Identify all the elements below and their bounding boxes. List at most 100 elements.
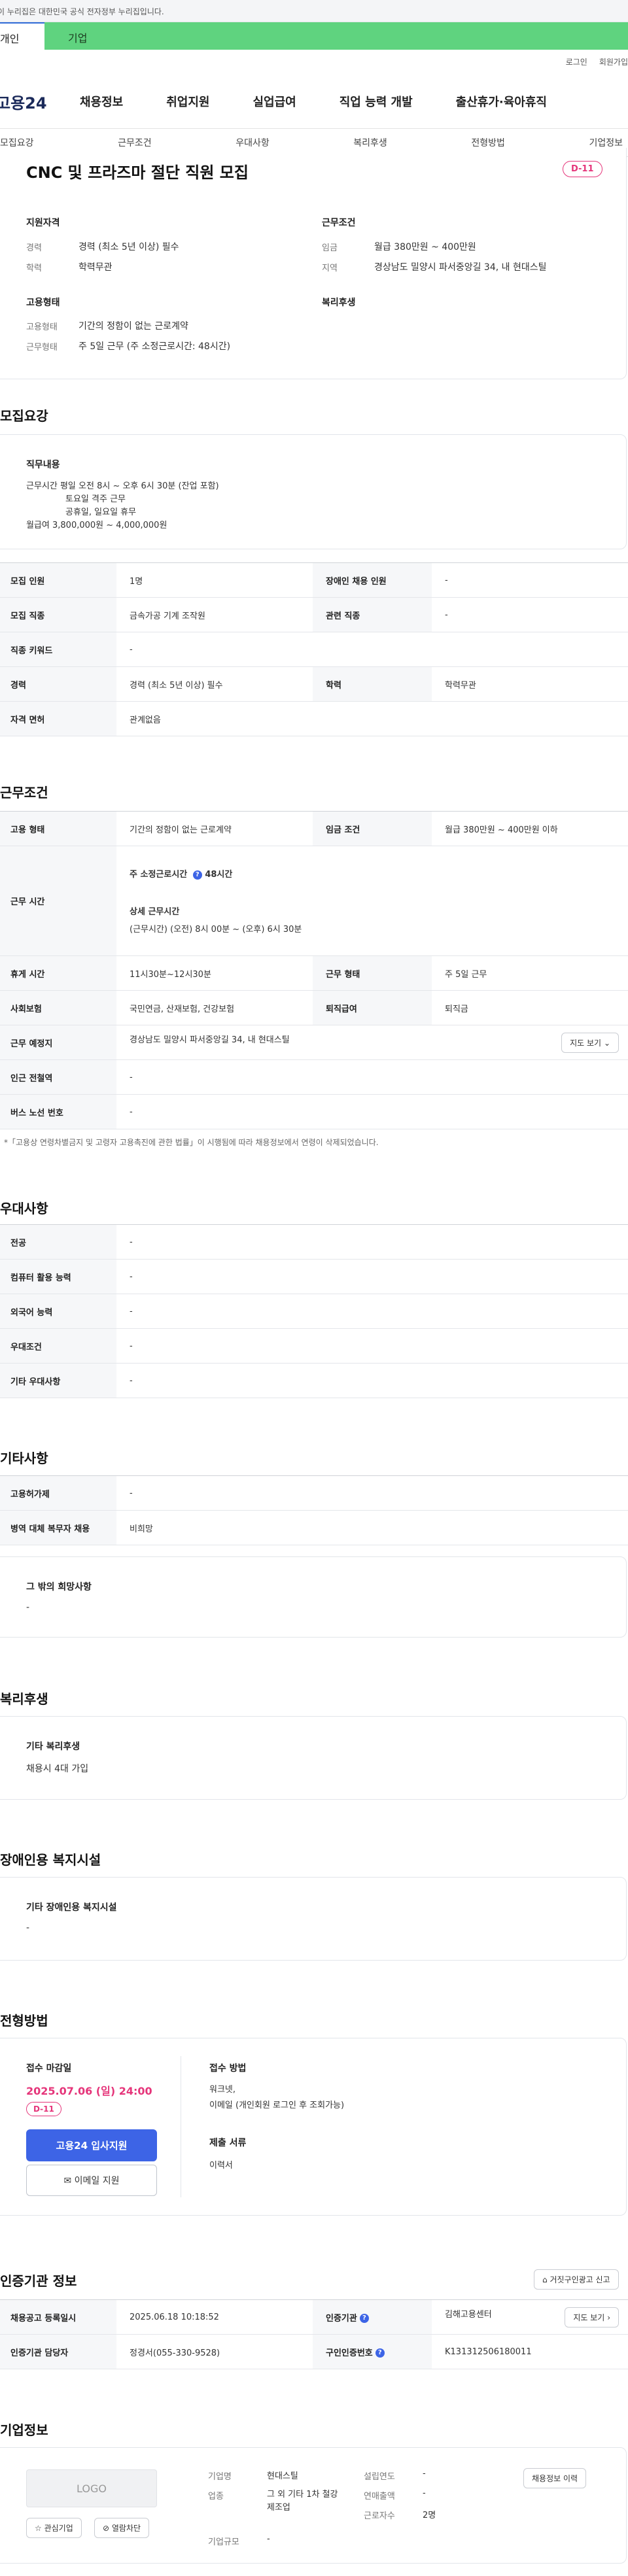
duty-line-3: 공휴일, 일요일 휴무 — [65, 507, 137, 517]
table-header-cell: 컴퓨터 활용 능력 — [0, 1259, 116, 1294]
table-cell: 정경서(055-330-9528) — [116, 2334, 313, 2369]
cert-map-button[interactable]: 지도 보기 › — [565, 2307, 619, 2327]
table-cell: - — [432, 597, 628, 632]
table-header-cell: 사회보험 — [0, 990, 116, 1025]
gnb-item-parental-leave[interactable]: 출산휴가·육아휴직 — [456, 93, 547, 110]
recruit-table: 모집 인원 1명 장애인 채용 인원 - 모집 직종 금속가공 기계 조작원 관… — [0, 562, 628, 736]
gnb-item-employment-support[interactable]: 취업지원 — [166, 93, 209, 110]
table-row: 모집 인원 1명 장애인 채용 인원 - — [0, 562, 628, 598]
login-link[interactable]: 로그인 — [566, 56, 587, 67]
subnav-preference[interactable]: 우대사항 — [236, 136, 270, 149]
table-header-cell: 근무 형태 — [313, 955, 432, 991]
workcond-table: 고용 형태 기간의 정함이 없는 근로계약 임금 조건 월급 380만원 ~ 4… — [0, 811, 628, 1129]
map-button[interactable]: 지도 보기 ⌄ — [561, 1032, 619, 1053]
docs-value: 이력서 — [209, 2161, 233, 2171]
wish-card — [0, 1556, 627, 1638]
table-row: 근무 시간 주 소정근로시간 ? 48시간 상세 근무시간 (근무시간) (오전… — [0, 846, 628, 956]
dday-badge: D-11 — [563, 161, 602, 177]
founded-key: 설립연도 — [364, 2472, 395, 2482]
apply-button[interactable]: 고용24 입사지원 — [26, 2129, 157, 2161]
work-hours-cell: 주 소정근로시간 ? 48시간 상세 근무시간 (근무시간) (오전) 8시 0… — [116, 846, 628, 956]
company-size-value: - — [267, 2534, 270, 2544]
table-cell: 금속가공 기계 조작원 — [116, 597, 313, 632]
table-row: 고용허가제 - — [0, 1475, 628, 1511]
favorite-company-button[interactable]: ☆ 관심기업 — [26, 2518, 82, 2538]
table-header-cell: 모집 직종 — [0, 597, 116, 632]
table-cell: 비희망 — [116, 1510, 628, 1545]
subnav-company[interactable]: 기업정보 — [589, 136, 623, 149]
welfare-card-label: 기타 복리후생 — [26, 1742, 80, 1752]
table-header-cell: 인증기관 담당자 — [0, 2334, 116, 2369]
table-cell: 1명 — [116, 562, 313, 598]
table-row: 고용 형태 기간의 정함이 없는 근로계약 임금 조건 월급 380만원 ~ 4… — [0, 811, 628, 846]
subnav-recruit[interactable]: 모집요강 — [0, 136, 34, 149]
table-cell: 2025.06.18 10:18:52 — [116, 2299, 313, 2335]
block-icon: ⊘ — [103, 2524, 110, 2533]
user-type-tabs: 개인 기업 — [0, 22, 628, 50]
report-ad-button[interactable]: ⌂ 거짓구인광고 신고 — [534, 2269, 619, 2290]
info-icon[interactable]: ? — [375, 2348, 385, 2358]
table-row: 자격 면허 관계없음 — [0, 701, 628, 736]
table-header-cell: 학력 — [313, 666, 432, 702]
info-icon[interactable]: ? — [192, 870, 202, 880]
edu-value: 학력무관 — [78, 262, 113, 273]
gnb-item-unemployment[interactable]: 실업급여 — [253, 93, 296, 110]
table-row: 인증기관 담당자 정경서(055-330-9528) 구인인증번호? K1313… — [0, 2334, 628, 2369]
preference-table: 전공 - 컴퓨터 활용 능력 - 외국어 능력 - 우대조건 - 기타 우대사항 - — [0, 1224, 628, 1398]
table-cell: - — [116, 1294, 628, 1329]
cert-auth-header: 구인인증번호? — [313, 2334, 432, 2369]
table-row: 우대조건 - — [0, 1328, 628, 1364]
block-label: 열람차단 — [111, 2524, 141, 2533]
disability-card-label: 기타 장애인용 복지시설 — [26, 1902, 117, 1913]
selection-section-title: 전형방법 — [0, 2013, 48, 2029]
table-row: 사회보험 국민연금, 산재보험, 건강보험 퇴직급여 퇴직금 — [0, 990, 628, 1025]
method-label: 접수 방법 — [209, 2063, 247, 2074]
table-row: 버스 노선 번호 - — [0, 1094, 628, 1129]
subnav-welfare[interactable]: 복리후생 — [353, 136, 387, 149]
global-nav: 고용24 채용정보 취업지원 실업급여 직업 능력 개발 출산휴가·육아휴직 — [0, 86, 628, 116]
chevron-right-icon: › — [607, 2312, 610, 2322]
disability-card-value: - — [26, 1923, 30, 1933]
qualification-label: 지원자격 — [26, 218, 60, 228]
table-row: 휴게 시간 11시30분~12시30분 근무 형태 주 5일 근무 — [0, 955, 628, 991]
disability-section-title: 장애인용 복지시설 — [0, 1852, 101, 1868]
weekly-hours-line: 주 소정근로시간 ? 48시간 — [130, 867, 628, 880]
table-header-cell: 우대조건 — [0, 1328, 116, 1364]
weekly-hours-label: 주 소정근로시간 — [130, 870, 188, 880]
table-cell: 퇴직금 — [432, 990, 628, 1025]
table-row: 병역 대체 복무자 채용 비희망 — [0, 1510, 628, 1545]
cert-map-label: 지도 보기 — [573, 2312, 605, 2322]
age-note: *「고용상 연령차별금지 및 고령자 고용촉진에 관한 법률」이 시행됨에 따라… — [4, 1138, 379, 1147]
tab-personal[interactable]: 개인 — [0, 22, 44, 50]
gnb-item-jobs[interactable]: 채용정보 — [80, 93, 123, 110]
table-header-cell: 버스 노선 번호 — [0, 1094, 116, 1129]
table-cell: 11시30분~12시30분 — [116, 955, 313, 991]
job-history-button[interactable]: 채용정보 이력 — [523, 2468, 587, 2488]
signup-link[interactable]: 회원가입 — [599, 56, 628, 67]
table-cell: 주 5일 근무 — [432, 955, 628, 991]
site-logo[interactable]: 고용24 — [0, 90, 80, 113]
info-icon[interactable]: ? — [359, 2314, 369, 2323]
subnav-workcond[interactable]: 근무조건 — [118, 136, 152, 149]
table-cell: 학력무관 — [432, 666, 628, 702]
util-links: 로그인 회원가입 — [566, 56, 628, 67]
table-cell: - — [116, 1328, 628, 1364]
block-view-button[interactable]: ⊘ 열람차단 — [94, 2518, 150, 2538]
table-header-cell: 채용공고 등록일시 — [0, 2299, 116, 2335]
tab-company[interactable]: 기업 — [44, 22, 628, 50]
table-header-cell: 인근 전철역 — [0, 1059, 116, 1095]
table-header-cell: 고용허가제 — [0, 1475, 116, 1511]
deadline-label: 접수 마감일 — [26, 2063, 72, 2074]
email-apply-button[interactable]: ✉ 이메일 지원 — [26, 2165, 157, 2196]
table-row: 직종 키워드 - — [0, 632, 628, 667]
gnb-item-training[interactable]: 직업 능력 개발 — [340, 93, 413, 110]
star-icon: ☆ — [35, 2524, 42, 2533]
table-header-cell: 모집 인원 — [0, 562, 116, 598]
subnav-selection[interactable]: 전형방법 — [471, 136, 505, 149]
cert-org-header: 인증기관? — [313, 2299, 432, 2335]
method-value-2: 이메일 (개인회원 로그인 후 조회가능) — [209, 2101, 345, 2110]
region-key: 지역 — [322, 264, 338, 273]
cert-auth-key: 구인인증번호 — [326, 2348, 373, 2358]
company-logo-placeholder: LOGO — [26, 2469, 157, 2507]
gov-banner: 이 누리집은 대한민국 공식 전자정부 누리집입니다. — [0, 0, 628, 22]
